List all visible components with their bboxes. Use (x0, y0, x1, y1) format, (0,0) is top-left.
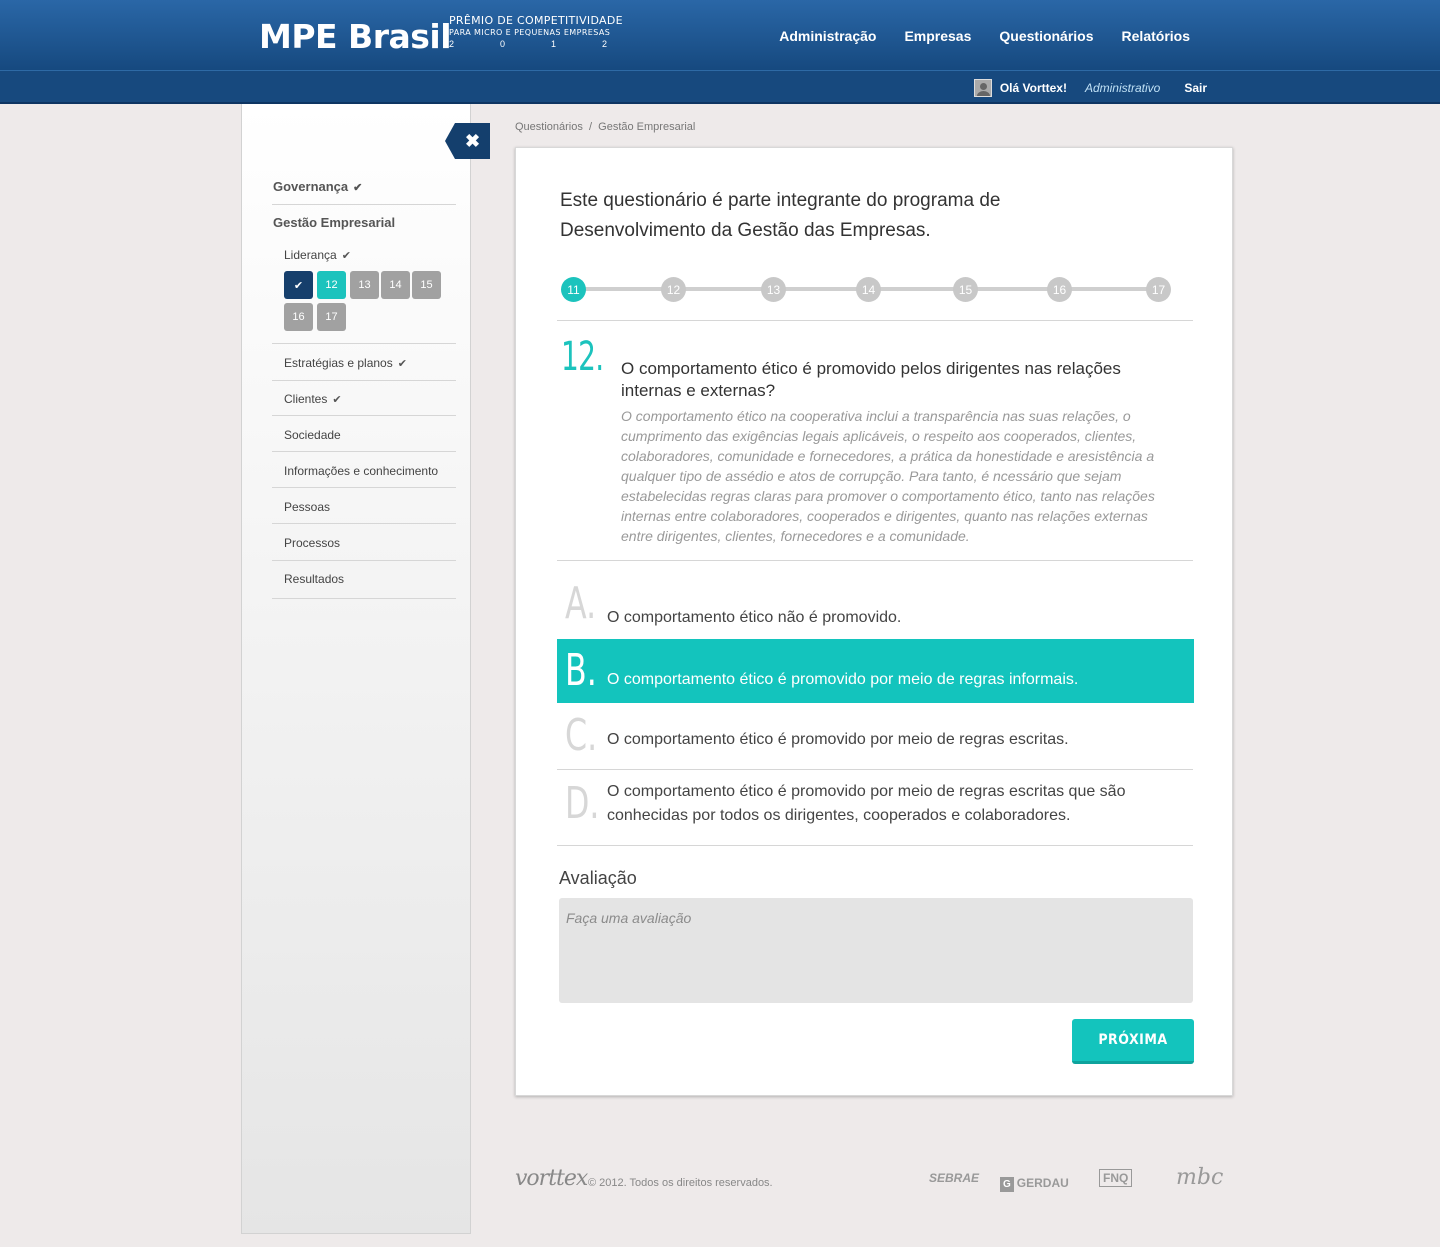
question-pill-17[interactable]: 17 (317, 303, 346, 331)
main-nav: Administração Empresas Questionários Rel… (779, 28, 1190, 44)
check-icon: ✔ (341, 250, 351, 262)
logout-link[interactable]: Sair (1184, 81, 1207, 95)
sidebar-item-estrategias[interactable]: Estratégias e planos ✔ (284, 356, 407, 370)
divider (272, 598, 456, 599)
logo-subtitle: PRÊMIO DE COMPETITIVIDADE PARA MICRO E P… (449, 14, 623, 49)
user-role[interactable]: Administrativo (1085, 81, 1160, 95)
top-header: MPE Brasil PRÊMIO DE COMPETITIVIDADE PAR… (0, 0, 1440, 70)
divider (272, 343, 456, 344)
progress-step[interactable]: 14 (856, 277, 881, 302)
logo-subtitle-line2: PARA MICRO E PEQUENAS EMPRESAS (449, 28, 611, 37)
sidebar-item-pessoas[interactable]: Pessoas (284, 500, 330, 514)
breadcrumb[interactable]: Questionários / Gestão Empresarial (515, 121, 695, 133)
user-bar: Olá Vorttex! Administrativo Sair (0, 70, 1440, 104)
option-text: O comportamento ético não é promovido. (607, 609, 902, 626)
sidebar-item-processos[interactable]: Processos (284, 536, 340, 550)
option-d[interactable]: D. O comportamento ético é promovido por… (557, 770, 1194, 845)
sidebar-section-governanca[interactable]: Governança ✔ (273, 179, 362, 194)
divider (272, 415, 456, 416)
option-text: O comportamento ético é promovido por me… (607, 671, 1079, 688)
option-text: O comportamento ético é promovido por me… (607, 783, 1126, 824)
next-button[interactable]: PRÓXIMA (1072, 1019, 1194, 1064)
site-logo[interactable]: MPE Brasil (259, 17, 452, 56)
divider (272, 451, 456, 452)
divider (557, 845, 1193, 846)
question-title: O comportamento ético é promovido pelos … (621, 359, 1121, 400)
user-greeting: Olá Vorttex! (999, 81, 1067, 95)
option-letter: D. (565, 778, 600, 829)
sebrae-logo: SEBRAE (929, 1171, 980, 1185)
question-description: O comportamento ético na cooperativa inc… (621, 408, 1155, 544)
year-digit: 1 (550, 39, 556, 49)
sidebar-section-label: Governança (273, 179, 349, 194)
option-a[interactable]: A. O comportamento ético não é promovido… (557, 572, 1194, 638)
divider (272, 523, 456, 524)
logo-year: 2 0 1 2 (449, 39, 607, 49)
evaluation-label: Avaliação (559, 868, 637, 888)
sidebar-item-label: Clientes (284, 392, 328, 406)
divider (272, 204, 456, 205)
nav-administracao[interactable]: Administração (779, 28, 876, 44)
progress-step[interactable]: 16 (1047, 277, 1072, 302)
gerdau-text: GERDAU (1016, 1176, 1069, 1190)
year-digit: 2 (449, 39, 455, 49)
option-c[interactable]: C. O comportamento ético é promovido por… (557, 704, 1194, 769)
vorttex-logo[interactable]: vorttex (515, 1166, 588, 1191)
sidebar-item-resultados[interactable]: Resultados (284, 572, 344, 586)
progress-step[interactable]: 13 (761, 277, 786, 302)
logo-subtitle-line1: PRÊMIO DE COMPETITIVIDADE (449, 14, 623, 27)
nav-relatorios[interactable]: Relatórios (1122, 28, 1190, 44)
option-text: O comportamento ético é promovido por me… (607, 731, 1069, 748)
question-pill-13[interactable]: 13 (350, 271, 379, 299)
year-digit: 0 (499, 39, 505, 49)
divider (272, 380, 456, 381)
option-letter: B. (565, 645, 597, 696)
year-digit: 2 (601, 39, 607, 49)
divider (272, 560, 456, 561)
sidebar-item-informacoes[interactable]: Informações e conhecimento (284, 464, 438, 478)
copyright: © 2012. Todos os direitos reservados. (588, 1177, 773, 1189)
sidebar-section-gestao[interactable]: Gestão Empresarial (273, 215, 395, 230)
check-icon: ✔ (397, 358, 407, 370)
sidebar-section-label: Gestão Empresarial (273, 215, 396, 230)
mbc-logo: mbc (1176, 1165, 1224, 1190)
check-icon: ✔ (332, 394, 342, 406)
avatar[interactable] (973, 79, 992, 97)
divider (272, 487, 456, 488)
evaluation-textarea[interactable] (559, 898, 1193, 1003)
sidebar-item-label: Liderança (284, 248, 337, 262)
divider (557, 320, 1193, 321)
question-pill-16[interactable]: 16 (284, 303, 313, 331)
check-icon: ✔ (353, 182, 363, 194)
progress-step[interactable]: 15 (953, 277, 978, 302)
option-b[interactable]: B. O comportamento ético é promovido por… (557, 639, 1194, 703)
sidebar-item-label: Estratégias e planos (284, 356, 393, 370)
sidebar-item-clientes[interactable]: Clientes ✔ (284, 392, 342, 406)
progress-step[interactable]: 17 (1146, 277, 1171, 302)
user-box: Olá Vorttex! Administrativo Sair (973, 79, 1207, 97)
question-pill-14[interactable]: 14 (381, 271, 410, 299)
progress-step[interactable]: 12 (661, 277, 686, 302)
intro-text: Este questionário é parte integrante do … (560, 190, 1001, 241)
sidebar-item-lideranca[interactable]: Liderança ✔ (284, 248, 351, 262)
question-pill-15[interactable]: 15 (412, 271, 441, 299)
fnq-logo: FNQ (1099, 1169, 1133, 1187)
sidebar-item-sociedade[interactable]: Sociedade (284, 428, 341, 442)
question-pill-12[interactable]: 12 (317, 271, 346, 299)
option-letter: A. (565, 578, 597, 629)
option-letter: C. (565, 710, 598, 761)
divider (557, 560, 1193, 561)
question-number: 12. (561, 334, 604, 380)
question-pill-11[interactable]: ✔ (284, 271, 313, 299)
nav-empresas[interactable]: Empresas (904, 28, 971, 44)
gerdau-logo: G GERDAU (1000, 1176, 1069, 1192)
nav-questionarios[interactable]: Questionários (999, 28, 1093, 44)
progress-step[interactable]: 11 (561, 277, 586, 302)
